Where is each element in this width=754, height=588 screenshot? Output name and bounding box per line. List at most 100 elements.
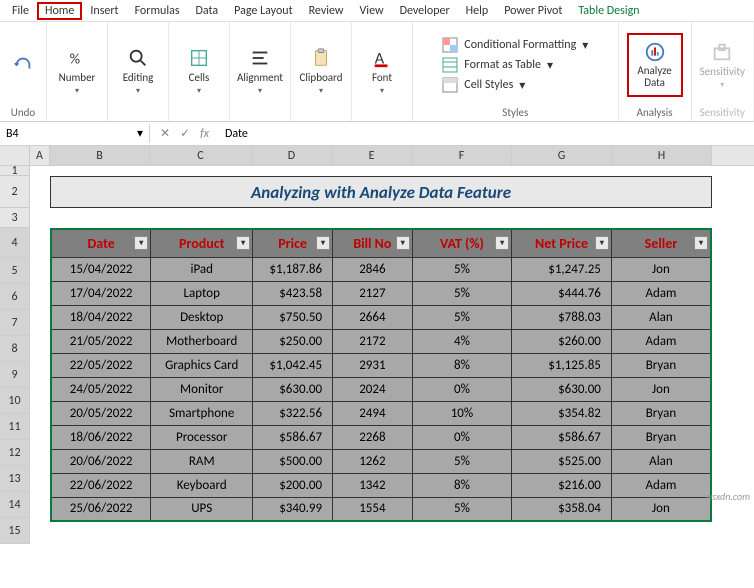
cell-net[interactable]: $1,247.25 xyxy=(512,257,612,281)
cell-seller[interactable]: Bryan xyxy=(611,401,711,425)
row-header-12[interactable]: 12 xyxy=(0,440,30,466)
col-header-B[interactable]: B xyxy=(50,146,150,165)
cell-vat[interactable]: 5% xyxy=(412,305,511,329)
cell-price[interactable]: $500.00 xyxy=(253,449,333,473)
cell-product[interactable]: Laptop xyxy=(151,281,253,305)
filter-icon[interactable]: ▾ xyxy=(694,236,708,250)
menu-page-layout[interactable]: Page Layout xyxy=(226,2,300,20)
cell-product[interactable]: Keyboard xyxy=(151,473,253,497)
cell-bill[interactable]: 2127 xyxy=(333,281,413,305)
row-header-11[interactable]: 11 xyxy=(0,414,30,440)
cell-product[interactable]: Processor xyxy=(151,425,253,449)
cell-product[interactable]: Desktop xyxy=(151,305,253,329)
menu-help[interactable]: Help xyxy=(458,2,497,20)
undo-button[interactable] xyxy=(8,52,38,78)
header-netprice[interactable]: Net Price▾ xyxy=(512,229,612,257)
cell-styles-button[interactable]: Cell Styles ▾ xyxy=(442,77,588,93)
menu-insert[interactable]: Insert xyxy=(82,2,126,20)
menu-view[interactable]: View xyxy=(352,2,392,20)
row-header-7[interactable]: 7 xyxy=(0,310,30,336)
row-header-2[interactable]: 2 xyxy=(0,176,30,208)
filter-icon[interactable]: ▾ xyxy=(396,236,410,250)
menu-home[interactable]: Home xyxy=(37,2,82,20)
row-header-8[interactable]: 8 xyxy=(0,336,30,362)
cell-bill[interactable]: 2494 xyxy=(333,401,413,425)
cell-price[interactable]: $630.00 xyxy=(253,377,333,401)
menu-formulas[interactable]: Formulas xyxy=(127,2,188,20)
table-row[interactable]: 17/04/2022Laptop$423.5821275%$444.76Adam xyxy=(51,281,711,305)
cell-bill[interactable]: 2846 xyxy=(333,257,413,281)
row-header-6[interactable]: 6 xyxy=(0,284,30,310)
row-header-10[interactable]: 10 xyxy=(0,388,30,414)
header-price[interactable]: Price▾ xyxy=(253,229,333,257)
cell-net[interactable]: $525.00 xyxy=(512,449,612,473)
cell-net[interactable]: $586.67 xyxy=(512,425,612,449)
cell-net[interactable]: $444.76 xyxy=(512,281,612,305)
cell-bill[interactable]: 2268 xyxy=(333,425,413,449)
col-header-D[interactable]: D xyxy=(252,146,332,165)
cell-seller[interactable]: Adam xyxy=(611,281,711,305)
formula-input[interactable]: Date xyxy=(219,125,754,143)
cell-product[interactable]: Smartphone xyxy=(151,401,253,425)
filter-icon[interactable]: ▾ xyxy=(134,236,148,250)
cell-seller[interactable]: Jon xyxy=(611,257,711,281)
filter-icon[interactable]: ▾ xyxy=(316,236,330,250)
filter-icon[interactable]: ▾ xyxy=(595,236,609,250)
editing-button[interactable]: Editing ▾ xyxy=(116,45,160,98)
cell-vat[interactable]: 8% xyxy=(412,473,511,497)
cell-price[interactable]: $423.58 xyxy=(253,281,333,305)
row-header-14[interactable]: 14 xyxy=(0,492,30,518)
cell-net[interactable]: $630.00 xyxy=(512,377,612,401)
cell-product[interactable]: Motherboard xyxy=(151,329,253,353)
cell-vat[interactable]: 10% xyxy=(412,401,511,425)
name-box[interactable]: B4 ▾ xyxy=(0,124,150,143)
cell-price[interactable]: $586.67 xyxy=(253,425,333,449)
cell-seller[interactable]: Alan xyxy=(611,449,711,473)
table-row[interactable]: 21/05/2022Motherboard$250.0021724%$260.0… xyxy=(51,329,711,353)
cells-button[interactable]: Cells ▾ xyxy=(177,45,221,98)
cell-seller[interactable]: Jon xyxy=(611,377,711,401)
cell-net[interactable]: $354.82 xyxy=(512,401,612,425)
header-seller[interactable]: Seller▾ xyxy=(611,229,711,257)
col-header-F[interactable]: F xyxy=(412,146,512,165)
col-header-C[interactable]: C xyxy=(150,146,252,165)
table-row[interactable]: 18/06/2022Processor$586.6722680%$586.67B… xyxy=(51,425,711,449)
row-header-3[interactable]: 3 xyxy=(0,208,30,228)
cell-product[interactable]: RAM xyxy=(151,449,253,473)
cell-vat[interactable]: 0% xyxy=(412,377,511,401)
cell-date[interactable]: 20/06/2022 xyxy=(51,449,151,473)
col-header-E[interactable]: E xyxy=(332,146,412,165)
cell-net[interactable]: $358.04 xyxy=(512,497,612,521)
cell-date[interactable]: 18/06/2022 xyxy=(51,425,151,449)
format-as-table-button[interactable]: Format as Table ▾ xyxy=(442,57,588,73)
cell-bill[interactable]: 2024 xyxy=(333,377,413,401)
cell-seller[interactable]: Alan xyxy=(611,305,711,329)
cell-price[interactable]: $1,187.86 xyxy=(253,257,333,281)
cells-area[interactable]: Analyzing with Analyze Data Feature Date… xyxy=(30,166,754,544)
cell-seller[interactable]: Jon xyxy=(611,497,711,521)
header-vat[interactable]: VAT (%)▾ xyxy=(412,229,511,257)
row-header-15[interactable]: 15 xyxy=(0,518,30,544)
cell-price[interactable]: $322.56 xyxy=(253,401,333,425)
cell-product[interactable]: Monitor xyxy=(151,377,253,401)
fx-icon[interactable]: fx xyxy=(200,127,209,141)
title-cell[interactable]: Analyzing with Analyze Data Feature xyxy=(50,176,712,208)
menu-data[interactable]: Data xyxy=(188,2,227,20)
row-header-13[interactable]: 13 xyxy=(0,466,30,492)
cell-bill[interactable]: 1262 xyxy=(333,449,413,473)
cell-bill[interactable]: 1554 xyxy=(333,497,413,521)
menu-developer[interactable]: Developer xyxy=(392,2,458,20)
cell-vat[interactable]: 5% xyxy=(412,257,511,281)
cell-vat[interactable]: 5% xyxy=(412,497,511,521)
menu-file[interactable]: File xyxy=(4,2,37,20)
menu-table-design[interactable]: Table Design xyxy=(570,2,647,20)
cell-vat[interactable]: 5% xyxy=(412,449,511,473)
cell-net[interactable]: $788.03 xyxy=(512,305,612,329)
conditional-formatting-button[interactable]: Conditional Formatting ▾ xyxy=(442,37,588,53)
row-header-5[interactable]: 5 xyxy=(0,258,30,284)
cell-bill[interactable]: 2664 xyxy=(333,305,413,329)
filter-icon[interactable]: ▾ xyxy=(495,236,509,250)
col-header-A[interactable]: A xyxy=(30,146,50,165)
cell-price[interactable]: $750.50 xyxy=(253,305,333,329)
row-header-4[interactable]: 4 xyxy=(0,228,30,258)
